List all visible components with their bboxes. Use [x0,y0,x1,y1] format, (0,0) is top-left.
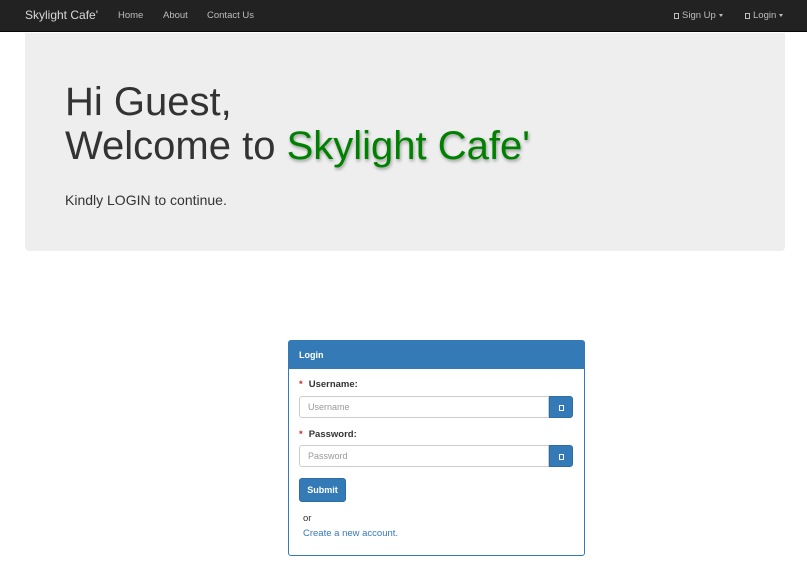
login-dropdown[interactable]: Login [745,10,784,21]
submit-button[interactable]: Submit [299,478,346,502]
password-input[interactable] [299,445,549,467]
nav-link-contact[interactable]: Contact Us [207,10,254,21]
login-panel-title: Login [289,341,584,369]
nav-link-home[interactable]: Home [118,10,143,21]
lock-icon [559,454,564,460]
username-addon [549,396,573,418]
login-panel: Login * Username: * Password: Submit or Cr… [288,340,585,556]
or-text: or [303,513,312,524]
username-label-text: Username: [308,379,358,390]
welcome-heading: Welcome to Skylight Cafe' [65,126,530,166]
navbar-brand[interactable]: Skylight Cafe' [25,8,98,22]
caret-down-icon [718,14,723,17]
password-label: * Password: [299,429,357,440]
caret-down-icon [779,14,784,17]
log-in-icon [745,13,750,19]
password-label-text: Password: [308,429,357,440]
user-icon [559,405,564,411]
nav-link-about[interactable]: About [163,10,188,21]
login-prompt: Kindly LOGIN to continue. [65,192,227,208]
welcome-prefix: Welcome to [65,124,287,168]
required-marker: * [299,429,303,440]
required-marker: * [299,379,303,390]
create-account-link[interactable]: Create a new account. [303,528,398,539]
user-icon [674,13,679,19]
signup-label: Sign Up [682,10,716,21]
top-navbar: Skylight Cafe' Home About Contact Us Sig… [0,0,807,32]
username-input[interactable] [299,396,549,418]
username-label: * Username: [299,379,358,390]
greeting-heading: Hi Guest, [65,80,232,124]
cafe-name: Skylight Cafe' [286,124,530,168]
login-label: Login [753,10,777,21]
password-addon [549,445,573,467]
welcome-jumbotron: Hi Guest, Welcome to Skylight Cafe' Kind… [25,33,785,251]
signup-dropdown[interactable]: Sign Up [674,10,723,21]
